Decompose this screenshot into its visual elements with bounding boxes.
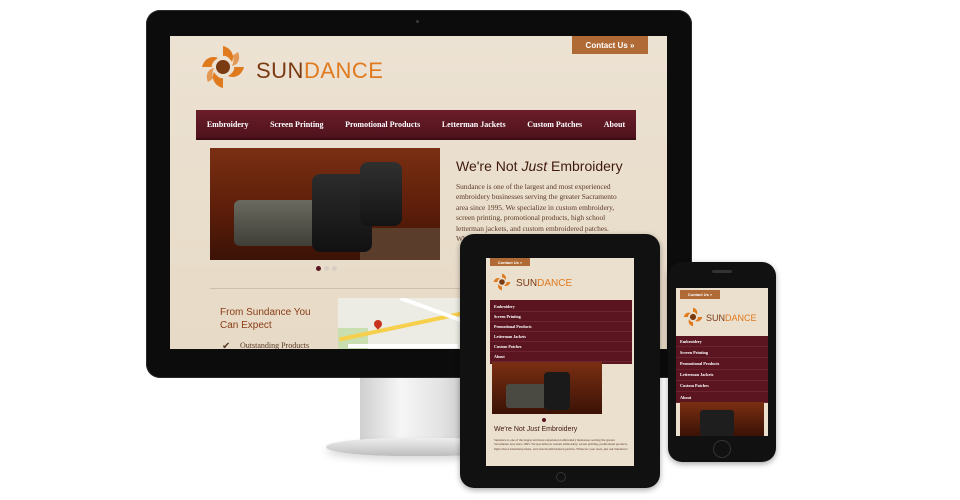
slider-dots: [316, 266, 337, 271]
phone-brand-wordmark: SUNDANCE: [706, 313, 757, 323]
nav-about[interactable]: About: [604, 120, 625, 129]
nav-embroidery[interactable]: Embroidery: [207, 120, 249, 129]
hero-title-part: We're Not: [456, 158, 522, 174]
nav-custom-patches[interactable]: Custom Patches: [527, 120, 582, 129]
checkmark-icon: ✔: [222, 341, 231, 349]
contact-us-button[interactable]: Contact Us »: [572, 36, 648, 54]
nav-letterman-jackets[interactable]: Letterman Jackets: [490, 332, 632, 342]
hero-image-bag: [506, 384, 546, 408]
hero-image-backpack: [544, 372, 570, 410]
nav-letterman-jackets[interactable]: Letterman Jackets: [442, 120, 506, 129]
hero-title-emphasis: Just: [526, 426, 540, 433]
brand-part-sun: SUN: [516, 278, 538, 289]
hero-title-part: We're Not: [494, 426, 527, 433]
map-road: [348, 344, 458, 348]
brand-part-dance: DANCE: [537, 278, 573, 289]
hero-image-backpack: [700, 410, 734, 436]
expect-heading: From Sundance You Can Expect: [220, 307, 311, 331]
sundance-logo-icon[interactable]: [492, 272, 512, 292]
nav-custom-patches[interactable]: Custom Patches: [676, 381, 768, 392]
expect-item: Outstanding Products: [240, 341, 310, 349]
hero-slide-image[interactable]: [210, 148, 440, 260]
brand-part-sun: SUN: [706, 313, 726, 323]
monitor-camera: [416, 20, 419, 23]
tablet-hero-title: We're Not Just Embroidery: [494, 426, 577, 433]
nav-embroidery[interactable]: Embroidery: [676, 336, 768, 348]
nav-custom-patches[interactable]: Custom Patches: [490, 342, 632, 352]
hero-title-emphasis: Just: [521, 158, 548, 174]
phone-contact-us-button[interactable]: Contact Us »: [680, 290, 720, 299]
phone-home-button: [713, 440, 731, 458]
slider-dot[interactable]: [332, 266, 337, 271]
sundance-logo-icon[interactable]: [198, 42, 248, 92]
tablet-contact-us-button[interactable]: Contact Us »: [490, 258, 530, 266]
phone-hero-image[interactable]: [680, 402, 764, 436]
nav-promotional-products[interactable]: Promotional Products: [345, 120, 420, 129]
main-nav: Embroidery Screen Printing Promotional P…: [196, 110, 636, 140]
slider-dot-active[interactable]: [542, 418, 546, 422]
slider-dot[interactable]: [324, 266, 329, 271]
tablet-screen: Contact Us » SUNDANCE Embroidery Screen …: [486, 258, 634, 466]
phone-screen: Contact Us » SUNDANCE Embroidery Screen …: [676, 288, 768, 436]
brand-part-dance: DANCE: [303, 58, 384, 83]
nav-embroidery[interactable]: Embroidery: [490, 302, 632, 312]
brand-part-sun: SUN: [256, 58, 304, 83]
brand-wordmark: SUNDANCE: [256, 58, 383, 84]
slider-dot-active[interactable]: [316, 266, 321, 271]
nav-promotional-products[interactable]: Promotional Products: [490, 322, 632, 332]
tablet-brand-wordmark: SUNDANCE: [516, 278, 572, 289]
tablet-hero-paragraph: Sundance is one of the largest and most …: [494, 438, 628, 451]
nav-screen-printing[interactable]: Screen Printing: [676, 347, 768, 359]
hero-image-backpack: [360, 162, 402, 226]
nav-promotional-products[interactable]: Promotional Products: [676, 358, 768, 370]
hero-title: We're Not Just Embroidery: [456, 158, 623, 174]
hero-title-part: Embroidery: [547, 158, 623, 174]
phone-speaker: [712, 270, 732, 273]
nav-screen-printing[interactable]: Screen Printing: [490, 312, 632, 322]
nav-screen-printing[interactable]: Screen Printing: [270, 120, 323, 129]
brand-part-dance: DANCE: [725, 313, 757, 323]
sundance-logo-icon[interactable]: [682, 306, 704, 328]
tablet-home-button: [556, 472, 566, 482]
tablet-nav: Embroidery Screen Printing Promotional P…: [490, 300, 632, 364]
hero-title-part: Embroidery: [539, 426, 578, 433]
location-map[interactable]: [338, 298, 468, 349]
hero-image-chair: [360, 228, 440, 260]
phone-nav: Embroidery Screen Printing Promotional P…: [676, 336, 768, 404]
nav-letterman-jackets[interactable]: Letterman Jackets: [676, 370, 768, 381]
nav-about[interactable]: About: [490, 352, 632, 362]
tablet-hero-image[interactable]: [492, 362, 602, 414]
